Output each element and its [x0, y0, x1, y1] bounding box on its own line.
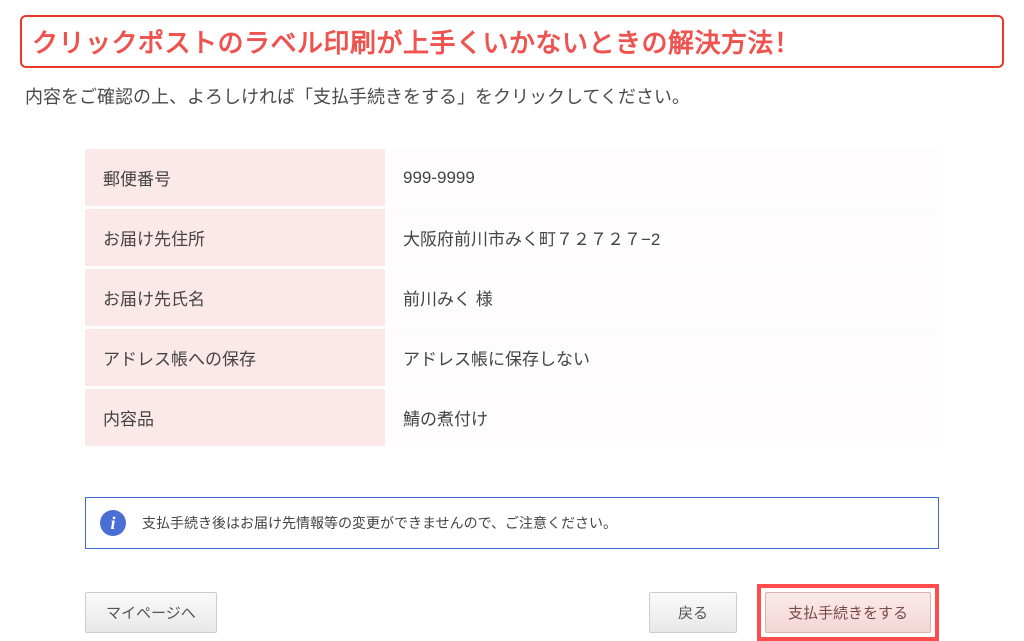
- table-row: お届け先氏名 前川みく 様: [85, 268, 939, 328]
- table-row: アドレス帳への保存 アドレス帳に保存しない: [85, 328, 939, 388]
- table-label: アドレス帳への保存: [85, 328, 385, 388]
- back-button[interactable]: 戻る: [649, 592, 737, 633]
- submit-highlight-frame: 支払手続きをする: [757, 584, 939, 641]
- table-row: 郵便番号 999-9999: [85, 149, 939, 208]
- info-table: 郵便番号 999-9999 お届け先住所 大阪府前川市みく町７２７２７−2 お届…: [85, 149, 939, 449]
- submit-button[interactable]: 支払手続きをする: [765, 592, 931, 633]
- title-banner-text: クリックポストのラベル印刷が上手くいかないときの解決方法！: [32, 23, 992, 60]
- table-row: お届け先住所 大阪府前川市みく町７２７２７−2: [85, 208, 939, 268]
- button-row: マイページへ 戻る 支払手続きをする: [85, 584, 939, 641]
- info-icon: i: [100, 510, 126, 536]
- notice-box: i 支払手続き後はお届け先情報等の変更ができませんので、ご注意ください。: [85, 497, 939, 549]
- table-value: 大阪府前川市みく町７２７２７−2: [385, 208, 939, 268]
- right-button-group: 戻る 支払手続きをする: [649, 584, 939, 641]
- notice-text: 支払手続き後はお届け先情報等の変更ができませんので、ご注意ください。: [142, 513, 617, 533]
- mypage-button[interactable]: マイページへ: [85, 592, 217, 633]
- table-value: 999-9999: [385, 149, 939, 208]
- instruction-text: 内容をご確認の上、よろしければ「支払手続きをする」をクリックしてください。: [20, 83, 1004, 109]
- title-banner: クリックポストのラベル印刷が上手くいかないときの解決方法！: [20, 15, 1004, 68]
- table-value: アドレス帳に保存しない: [385, 328, 939, 388]
- table-value: 前川みく 様: [385, 268, 939, 328]
- table-label: お届け先住所: [85, 208, 385, 268]
- table-label: お届け先氏名: [85, 268, 385, 328]
- table-row: 内容品 鯖の煮付け: [85, 388, 939, 448]
- table-value: 鯖の煮付け: [385, 388, 939, 448]
- content-wrap: 郵便番号 999-9999 お届け先住所 大阪府前川市みく町７２７２７−2 お届…: [20, 149, 1004, 641]
- table-label: 郵便番号: [85, 149, 385, 208]
- table-label: 内容品: [85, 388, 385, 448]
